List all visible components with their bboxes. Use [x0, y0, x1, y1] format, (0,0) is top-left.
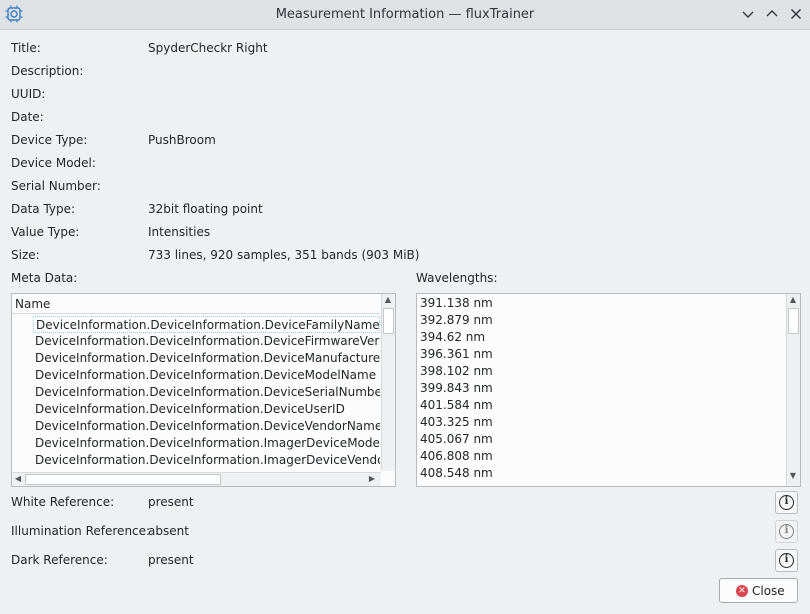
- scroll-right-icon[interactable]: ▶: [366, 473, 378, 485]
- close-window-icon[interactable]: [787, 5, 805, 23]
- wavelength-item[interactable]: 394.62 nm: [420, 329, 485, 346]
- data-type-label: Data Type:: [11, 202, 76, 216]
- wavelength-item[interactable]: 408.548 nm: [420, 465, 493, 482]
- serial-number-label: Serial Number:: [11, 179, 101, 193]
- device-type-label: Device Type:: [11, 133, 88, 147]
- wavelength-item[interactable]: 403.325 nm: [420, 414, 493, 431]
- size-value: 733 lines, 920 samples, 351 bands (903 M…: [148, 248, 420, 262]
- wavelength-item[interactable]: 399.843 nm: [420, 380, 493, 397]
- scroll-up-icon[interactable]: ▲: [787, 294, 799, 306]
- info-icon: i: [779, 495, 794, 510]
- white-reference-label: White Reference:: [11, 495, 115, 509]
- title-value: SpyderCheckr Right: [148, 41, 268, 55]
- info-icon: i: [779, 524, 794, 539]
- info-icon: i: [779, 553, 794, 568]
- close-button[interactable]: ✕ Close: [719, 578, 798, 603]
- title-bar: Measurement Information — fluxTrainer: [0, 0, 810, 30]
- dark-reference-value: present: [148, 553, 194, 567]
- illumination-reference-info-button[interactable]: i: [775, 520, 798, 543]
- meta-row[interactable]: DeviceInformation.DeviceInformation.Imag…: [35, 452, 380, 469]
- wavelength-item[interactable]: 406.808 nm: [420, 448, 493, 465]
- meta-row[interactable]: DeviceInformation.DeviceInformation.Devi…: [35, 401, 345, 418]
- scroll-down-icon[interactable]: ▼: [787, 470, 799, 482]
- wavelengths-vertical-scrollbar[interactable]: ▲ ▼: [786, 294, 800, 486]
- close-icon: ✕: [736, 585, 748, 597]
- value-type-value: Intensities: [148, 225, 211, 239]
- scroll-thumb[interactable]: [788, 308, 799, 334]
- meta-row[interactable]: DeviceInformation.DeviceInformation.Devi…: [35, 418, 380, 435]
- uuid-label: UUID:: [11, 87, 46, 101]
- meta-data-tree[interactable]: Name DeviceInformation.DeviceInformation…: [11, 293, 396, 487]
- wavelength-item[interactable]: 401.584 nm: [420, 397, 493, 414]
- dark-reference-label: Dark Reference:: [11, 553, 108, 567]
- device-type-value: PushBroom: [148, 133, 216, 147]
- value-type-label: Value Type:: [11, 225, 80, 239]
- meta-row[interactable]: DeviceInformation.DeviceInformation.Devi…: [35, 350, 380, 367]
- description-label: Description:: [11, 64, 84, 78]
- window-title: Measurement Information — fluxTrainer: [275, 7, 535, 22]
- wavelengths-label: Wavelengths:: [416, 271, 498, 285]
- scroll-thumb[interactable]: [25, 474, 221, 485]
- scroll-left-icon[interactable]: ◀: [12, 473, 24, 485]
- meta-horizontal-scrollbar[interactable]: ◀ ▶: [12, 472, 381, 486]
- wavelength-item[interactable]: 391.138 nm: [420, 295, 493, 312]
- wavelengths-list[interactable]: 391.138 nm 392.879 nm 394.62 nm 396.361 …: [416, 293, 801, 487]
- meta-row[interactable]: DeviceInformation.DeviceInformation.Devi…: [35, 333, 380, 350]
- data-type-value: 32bit floating point: [148, 202, 263, 216]
- meta-row[interactable]: DeviceInformation.DeviceInformation.Imag…: [35, 435, 380, 452]
- illumination-reference-value: absent: [148, 524, 189, 538]
- scroll-up-icon[interactable]: ▲: [382, 294, 394, 306]
- date-label: Date:: [11, 110, 44, 124]
- wavelength-item[interactable]: 405.067 nm: [420, 431, 493, 448]
- dark-reference-info-button[interactable]: i: [775, 549, 798, 572]
- meta-vertical-scrollbar[interactable]: ▲: [381, 294, 395, 471]
- white-reference-value: present: [148, 495, 194, 509]
- meta-row[interactable]: DeviceInformation.DeviceInformation.Devi…: [33, 316, 380, 333]
- scroll-thumb[interactable]: [383, 308, 394, 334]
- wavelength-item[interactable]: 392.879 nm: [420, 312, 493, 329]
- white-reference-info-button[interactable]: i: [775, 491, 798, 514]
- close-button-label: Close: [752, 584, 785, 598]
- size-label: Size:: [11, 248, 40, 262]
- maximize-icon[interactable]: [763, 5, 781, 23]
- wavelength-item[interactable]: 396.361 nm: [420, 346, 493, 363]
- wavelength-item[interactable]: 398.102 nm: [420, 363, 493, 380]
- device-model-label: Device Model:: [11, 156, 96, 170]
- meta-row[interactable]: DeviceInformation.DeviceInformation.Devi…: [35, 384, 380, 401]
- title-label: Title:: [11, 41, 41, 55]
- meta-data-label: Meta Data:: [11, 271, 78, 285]
- illumination-reference-label: Illumination Reference:: [11, 524, 151, 538]
- minimize-icon[interactable]: [739, 5, 757, 23]
- name-column-header[interactable]: Name: [12, 294, 380, 314]
- meta-row[interactable]: DeviceInformation.DeviceInformation.Devi…: [35, 367, 376, 384]
